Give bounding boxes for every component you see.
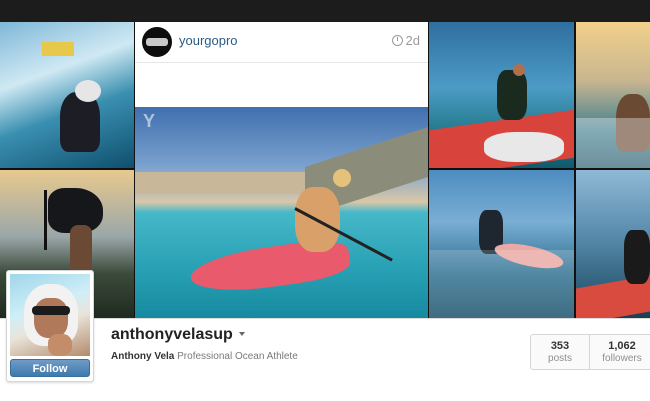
- profile-bio: Anthony Vela Professional Ocean Athlete: [111, 351, 298, 362]
- stat-followers-label: followers: [602, 353, 642, 364]
- stat-posts-label: posts: [548, 353, 572, 364]
- profile-full-name: Anthony Vela: [111, 351, 175, 362]
- featured-post: yourgopro 2d Y: [135, 22, 428, 318]
- clock-icon: [391, 35, 403, 46]
- profile-bio-text: Professional Ocean Athlete: [177, 351, 298, 362]
- profile-avatar[interactable]: [10, 274, 90, 356]
- post-time-text: 2d: [405, 33, 420, 48]
- post-photo-paddleboarder[interactable]: Y: [135, 107, 428, 318]
- profile-stats: 353 posts 1,062 followers: [530, 334, 650, 370]
- grid-photo-sunset-surfer[interactable]: [576, 22, 650, 168]
- stat-posts-value: 353: [550, 340, 570, 352]
- profile-username[interactable]: anthonyvelasup: [111, 326, 245, 344]
- grid-photo-wave-rider[interactable]: [576, 170, 650, 318]
- grid-photo-surfer-green[interactable]: [429, 22, 574, 168]
- post-header: yourgopro 2d: [135, 22, 428, 63]
- profile-username-text: anthonyvelasup: [111, 326, 233, 343]
- watermark-text: Y: [143, 111, 156, 131]
- post-timestamp: 2d: [391, 33, 420, 48]
- top-bar: [0, 0, 650, 22]
- grid-photo-surfer-wave[interactable]: [0, 22, 134, 168]
- chevron-down-icon[interactable]: [238, 332, 245, 336]
- grid-photo-surfer-blue[interactable]: [429, 170, 574, 318]
- post-author-link[interactable]: yourgopro: [179, 33, 238, 48]
- gopro-logo-icon: [146, 38, 168, 46]
- stat-posts[interactable]: 353 posts: [531, 335, 590, 369]
- post-author-avatar[interactable]: [142, 27, 172, 57]
- stat-followers-value: 1,062: [608, 340, 636, 352]
- stat-followers[interactable]: 1,062 followers: [590, 335, 650, 369]
- follow-button[interactable]: Follow: [10, 359, 90, 377]
- profile-avatar-card: Follow: [6, 270, 94, 382]
